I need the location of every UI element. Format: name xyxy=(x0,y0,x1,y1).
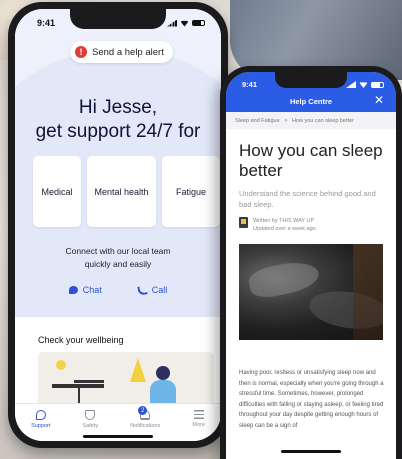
person-head-shape xyxy=(156,366,170,380)
support-icon xyxy=(35,410,46,420)
tab-notifications-label: Notifications xyxy=(130,423,161,429)
wellbeing-heading: Check your wellbeing xyxy=(38,335,124,345)
send-help-alert-label: Send a help alert xyxy=(92,46,164,58)
bed-sheet-shape xyxy=(246,257,322,301)
tab-safety-label: Safety xyxy=(82,423,99,429)
author-logo-icon xyxy=(239,217,248,228)
call-label: Call xyxy=(151,285,168,295)
tab-support[interactable]: Support xyxy=(31,410,50,429)
status-time: 9:41 xyxy=(37,18,56,28)
alert-icon: ! xyxy=(75,46,87,58)
card-mental-health[interactable]: Mental health xyxy=(87,156,156,227)
card-medical[interactable]: Medical xyxy=(33,156,81,227)
updated-line: Updated over a week ago xyxy=(253,226,316,232)
greeting-line-1: Hi Jesse, xyxy=(78,97,158,118)
home-indicator xyxy=(281,450,341,453)
system-icons xyxy=(167,19,205,27)
tab-more[interactable]: More xyxy=(192,410,205,428)
close-icon[interactable]: ✕ xyxy=(374,93,384,107)
menu-icon xyxy=(193,410,204,419)
home-indicator xyxy=(83,435,153,438)
shield-icon xyxy=(85,410,96,420)
wellbeing-illustration[interactable] xyxy=(38,352,214,408)
support-screen: 9:41 ! Send a help alert Hi Jesse, get s… xyxy=(15,9,221,441)
breadcrumb-item-current: How you can sleep better xyxy=(291,118,355,124)
article-image-bed xyxy=(239,244,383,340)
phone-notch xyxy=(275,72,347,88)
system-icons xyxy=(346,80,384,89)
tab-more-label: More xyxy=(192,422,205,428)
wifi-icon xyxy=(359,82,368,88)
article-subtitle: Understand the science behind good and b… xyxy=(239,189,376,209)
article-title: How you can sleep better xyxy=(239,141,383,180)
lamp-light-shape xyxy=(130,358,146,382)
chat-label: Chat xyxy=(82,285,102,295)
chat-button[interactable]: Chat xyxy=(68,285,102,295)
help-centre-screen: 9:41 Help Centre ✕ Sleep and Fatigue > H… xyxy=(226,72,396,459)
tab-safety[interactable]: Safety xyxy=(82,410,99,429)
status-bar: 9:41 xyxy=(15,9,221,37)
chat-bubble-icon xyxy=(68,286,78,294)
lamp-shape xyxy=(56,360,66,370)
tab-support-label: Support xyxy=(31,423,51,429)
headboard-shape xyxy=(353,244,383,340)
breadcrumb-separator: > xyxy=(284,118,288,124)
connect-line-2: quickly and easily xyxy=(84,259,152,269)
article-body: Having poor, restless or unsatisfying sl… xyxy=(239,370,384,429)
article-author-info: Written by THIS WAY UP Updated over a we… xyxy=(253,217,316,233)
support-category-cards: Medical Mental health Fatigue xyxy=(33,156,220,227)
tab-notifications[interactable]: 2 Notifications xyxy=(130,406,161,429)
connect-text: Connect with our local team quickly and … xyxy=(15,245,221,271)
author-line: Written by THIS WAY UP xyxy=(253,218,315,224)
battery-icon xyxy=(192,20,205,26)
wifi-icon xyxy=(180,20,189,27)
card-fatigue[interactable]: Fatigue xyxy=(162,156,220,227)
phone-support-app: 9:41 ! Send a help alert Hi Jesse, get s… xyxy=(8,2,228,448)
call-button[interactable]: Call xyxy=(137,284,168,296)
header-title: Help Centre xyxy=(289,96,333,106)
send-help-alert-button[interactable]: ! Send a help alert xyxy=(70,41,173,63)
status-time: 9:41 xyxy=(242,80,258,89)
connect-line-1: Connect with our local team xyxy=(65,246,171,256)
greeting-heading: Hi Jesse, get support 24/7 for xyxy=(15,96,221,144)
help-centre-header: Help Centre ✕ xyxy=(226,90,396,112)
greeting-line-2: get support 24/7 for xyxy=(35,121,201,142)
breadcrumb: Sleep and Fatigue > How you can sleep be… xyxy=(226,112,396,129)
phone-help-centre: 9:41 Help Centre ✕ Sleep and Fatigue > H… xyxy=(220,66,402,459)
table-shape xyxy=(74,380,104,383)
breadcrumb-item-sleep-fatigue[interactable]: Sleep and Fatigue xyxy=(235,118,280,124)
phone-icon xyxy=(137,284,148,296)
signal-icon xyxy=(167,19,177,27)
contact-actions: Chat Call xyxy=(15,284,221,296)
signal-icon xyxy=(346,81,356,88)
battery-icon xyxy=(371,81,384,88)
